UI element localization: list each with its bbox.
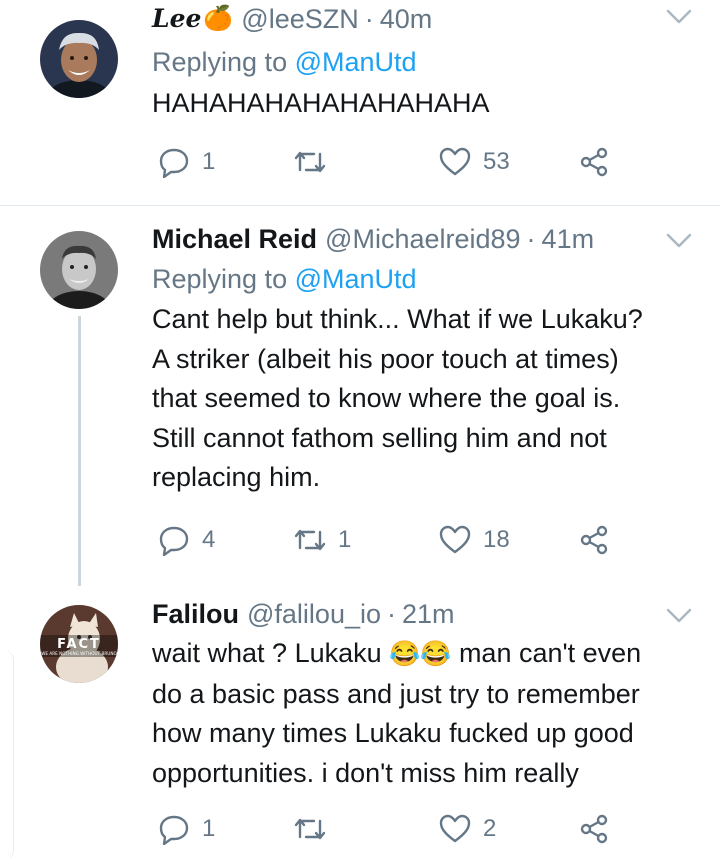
like-button[interactable]: 53 <box>439 142 510 182</box>
avatar-leeszn[interactable] <box>40 20 118 98</box>
share-icon <box>578 813 610 845</box>
avatar-michaelreid[interactable] <box>40 231 118 309</box>
separator-dot: · <box>387 599 396 629</box>
replying-to-handle[interactable]: @ManUtd <box>295 264 417 294</box>
reply-button[interactable]: 4 <box>158 520 215 560</box>
replying-to: Replying to @ManUtd <box>152 42 700 82</box>
separator-dot: · <box>364 4 374 34</box>
tweet-header: Falilou @falilou_io · 21m <box>152 597 700 631</box>
screen-edge-decoration <box>0 650 14 858</box>
tweet-falilou[interactable]: FACT WE ARE NOTHING WITHOUT BRUNO Falilo… <box>0 581 720 858</box>
like-button[interactable]: 2 <box>439 809 496 849</box>
replying-to-label: Replying to <box>152 264 288 294</box>
display-name[interactable]: Michael Reid <box>152 222 317 256</box>
user-handle[interactable]: @leeSZN <box>241 2 358 36</box>
avatar-subtext: WE ARE NOTHING WITHOUT BRUNO <box>41 651 117 656</box>
like-icon <box>439 146 471 178</box>
tweet-text-line: do a basic pass and just try to remember <box>152 678 640 709</box>
tweet-text: wait what ? Lukaku 😂😂 man can't even do … <box>152 634 700 793</box>
thread-connector <box>78 316 81 586</box>
share-icon <box>578 146 610 178</box>
retweet-icon <box>294 813 326 845</box>
like-count: 2 <box>483 815 497 842</box>
reply-icon <box>158 146 190 178</box>
tweet-text-segment: wait what ? Lukaku <box>152 638 382 668</box>
chevron-down-icon[interactable] <box>666 607 692 625</box>
replying-to: Replying to @ManUtd <box>152 259 700 299</box>
tweet-text: HAHAHAHAHAHAHAHAHA <box>152 84 700 124</box>
reply-count: 1 <box>202 148 216 175</box>
share-button[interactable] <box>578 520 610 560</box>
tweet-text: Cant help but think... What if we Lukaku… <box>152 300 700 498</box>
tweet-text-line: A striker (albeit his poor touch at time… <box>152 343 619 374</box>
retweet-icon <box>294 146 326 178</box>
tweet-header: Lee 🍊 @leeSZN · 40m <box>152 2 700 36</box>
reply-count: 4 <box>202 526 216 553</box>
reply-button[interactable]: 1 <box>158 809 215 849</box>
timestamp[interactable]: 41m <box>542 222 595 256</box>
avatar-falilou[interactable]: FACT WE ARE NOTHING WITHOUT BRUNO <box>40 605 118 683</box>
like-count: 18 <box>483 526 510 553</box>
like-count: 53 <box>483 148 510 175</box>
chevron-down-icon[interactable] <box>666 8 692 26</box>
tweet-text-line: HAHAHAHAHAHAHAHAHA <box>152 88 490 118</box>
like-icon <box>439 524 471 556</box>
tweet-text-segment: man can't even <box>458 638 642 668</box>
like-button[interactable]: 18 <box>439 520 510 560</box>
like-icon <box>439 813 471 845</box>
retweet-button[interactable] <box>294 142 338 182</box>
reply-button[interactable]: 1 <box>158 142 215 182</box>
share-icon <box>578 524 610 556</box>
laughing-emoji: 😂😂 <box>389 640 452 668</box>
replying-to-handle[interactable]: @ManUtd <box>295 47 417 77</box>
tweet-text-line: Still cannot fathom selling him and not <box>152 422 607 453</box>
retweet-button[interactable]: 1 <box>294 520 351 560</box>
avatar-fact-text: FACT <box>57 637 101 652</box>
tweet-text-line: Cant help but think... What if we Lukaku… <box>152 304 643 334</box>
tweet-text-line: opportunities. i don't miss him really <box>152 757 579 788</box>
share-button[interactable] <box>578 142 610 182</box>
retweet-button[interactable] <box>294 809 338 849</box>
tweet-text-line: replacing him. <box>152 462 321 492</box>
timestamp[interactable]: 40m <box>380 2 433 36</box>
display-name[interactable]: Lee <box>152 2 201 36</box>
orange-emoji: 🍊 <box>203 5 234 32</box>
retweet-icon <box>294 524 326 556</box>
tweet-header: Michael Reid @Michaelreid89 · 41m <box>152 222 700 256</box>
share-button[interactable] <box>578 809 610 849</box>
tweet-text-line: how many times Lukaku fucked up good <box>152 718 634 748</box>
reply-count: 1 <box>202 815 216 842</box>
display-name[interactable]: Falilou <box>152 597 239 631</box>
user-handle[interactable]: @falilou_io <box>247 597 381 631</box>
reply-icon <box>158 813 190 845</box>
chevron-down-icon[interactable] <box>666 232 692 250</box>
tweet-michaelreid[interactable]: Michael Reid @Michaelreid89 · 41m Replyi… <box>0 206 720 586</box>
retweet-count: 1 <box>338 526 352 553</box>
timestamp[interactable]: 21m <box>402 597 455 631</box>
reply-icon <box>158 524 190 556</box>
tweet-text-line: wait what ? Lukaku 😂😂 man can't even <box>152 634 700 675</box>
replying-to-label: Replying to <box>152 47 288 77</box>
user-handle[interactable]: @Michaelreid89 <box>325 222 521 256</box>
separator-dot: · <box>526 224 536 254</box>
tweet-text-line: that seemed to know where the goal is. <box>152 383 621 413</box>
tweet-leeszn[interactable]: Lee 🍊 @leeSZN · 40m Replying to @ManUtd … <box>0 0 720 205</box>
